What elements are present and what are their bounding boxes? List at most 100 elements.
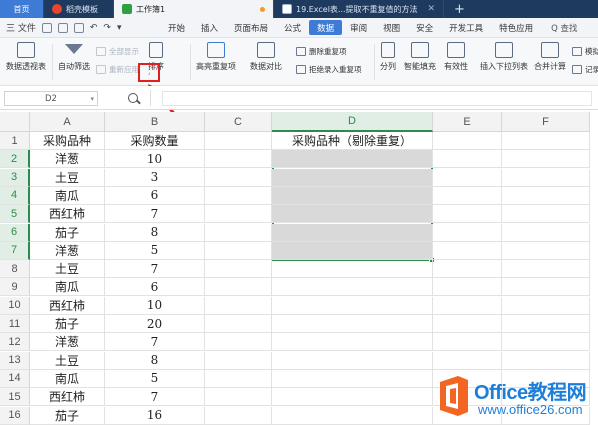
cell-a14[interactable]: 南瓜 — [30, 369, 105, 388]
highlight-duplicates-button[interactable]: 高亮重复项 — [196, 42, 236, 72]
cell-d4[interactable] — [272, 186, 433, 205]
save-icon[interactable] — [41, 22, 52, 33]
cell-c7[interactable] — [205, 241, 272, 260]
name-box[interactable]: D2 ▾ — [4, 91, 98, 106]
insert-dropdown-button[interactable]: 插入下拉列表 — [480, 42, 528, 72]
cell-c12[interactable] — [205, 333, 272, 352]
cell-d12[interactable] — [272, 333, 433, 352]
cell-b4[interactable]: 6 — [105, 186, 205, 205]
tab-workbook1[interactable]: 工作簿1 — [114, 0, 274, 18]
cell-d7[interactable] — [272, 241, 433, 260]
cell-d5[interactable] — [272, 205, 433, 224]
cell-e3[interactable] — [433, 168, 502, 187]
pivot-table-button[interactable]: 数据透视表 — [6, 42, 46, 72]
validity-button[interactable]: 有效性 — [444, 42, 468, 72]
cell-a8[interactable]: 土豆 — [30, 260, 105, 279]
cell-e5[interactable] — [433, 205, 502, 224]
cell-b3[interactable]: 3 — [105, 168, 205, 187]
cell-b14[interactable]: 5 — [105, 369, 205, 388]
row-header[interactable]: 7 — [0, 241, 30, 260]
cell-c5[interactable] — [205, 205, 272, 224]
column-header-c[interactable]: C — [205, 112, 272, 132]
cell-e12[interactable] — [433, 333, 502, 352]
tab-home[interactable]: 首页 — [0, 0, 44, 18]
cell-b10[interactable]: 10 — [105, 296, 205, 315]
show-all-button[interactable]: 全部显示 — [96, 46, 139, 57]
cell-b16[interactable]: 16 — [105, 406, 205, 425]
cell-a9[interactable]: 南瓜 — [30, 278, 105, 297]
cell-c8[interactable] — [205, 260, 272, 279]
row-header[interactable]: 12 — [0, 333, 30, 352]
cell-c16[interactable] — [205, 406, 272, 425]
cell-f12[interactable] — [502, 333, 590, 352]
simulate-button[interactable]: 模拟 — [572, 46, 598, 57]
cell-c15[interactable] — [205, 388, 272, 407]
undo-icon[interactable]: ↶ — [90, 23, 98, 33]
menu-item-3[interactable]: 公式 — [276, 18, 309, 38]
cell-a4[interactable]: 南瓜 — [30, 186, 105, 205]
row-header[interactable]: 11 — [0, 315, 30, 333]
close-tab-icon[interactable]: ✕ — [427, 4, 435, 14]
cell-b13[interactable]: 8 — [105, 351, 205, 370]
menu-item-4[interactable]: 数据 — [309, 20, 343, 35]
cell-b7[interactable]: 5 — [105, 241, 205, 260]
cell-a10[interactable]: 西红柿 — [30, 296, 105, 315]
reject-duplicates-button[interactable]: 拒绝录入重复项 — [296, 64, 362, 75]
cell-c11[interactable] — [205, 315, 272, 333]
split-column-button[interactable]: 分列 — [380, 42, 396, 72]
cell-b1[interactable]: 采购数量 — [105, 132, 205, 150]
column-header-a[interactable]: A — [30, 112, 105, 132]
record-button[interactable]: 记录 — [572, 64, 598, 75]
cell-b5[interactable]: 7 — [105, 205, 205, 224]
cell-b8[interactable]: 7 — [105, 260, 205, 279]
cell-a1[interactable]: 采购品种 — [30, 132, 105, 150]
cell-f9[interactable] — [502, 278, 590, 297]
row-header[interactable]: 13 — [0, 351, 30, 370]
cell-d9[interactable] — [272, 278, 433, 297]
tab-docer-templates[interactable]: 稻壳模板 — [44, 0, 114, 18]
cell-a5[interactable]: 西红柿 — [30, 205, 105, 224]
cell-a2[interactable]: 洋葱 — [30, 150, 105, 169]
menu-item-9[interactable]: 特色应用 — [491, 18, 541, 38]
cell-e1[interactable] — [433, 132, 502, 150]
cell-d11[interactable] — [272, 315, 433, 333]
cell-e6[interactable] — [433, 223, 502, 242]
cell-d13[interactable] — [272, 351, 433, 370]
row-header[interactable]: 3 — [0, 168, 30, 187]
cell-a16[interactable]: 茄子 — [30, 406, 105, 425]
auto-filter-button[interactable]: 自动筛选 — [58, 42, 90, 72]
cell-a3[interactable]: 土豆 — [30, 168, 105, 187]
cell-a12[interactable]: 洋葱 — [30, 333, 105, 352]
preview-icon[interactable] — [73, 22, 84, 33]
row-header[interactable]: 6 — [0, 223, 30, 242]
cell-f7[interactable] — [502, 241, 590, 260]
column-header-d[interactable]: D — [272, 112, 433, 132]
zoom-icon[interactable] — [128, 93, 138, 103]
cell-d10[interactable] — [272, 296, 433, 315]
cell-f3[interactable] — [502, 168, 590, 187]
cell-b12[interactable]: 7 — [105, 333, 205, 352]
new-tab-icon[interactable]: + — [444, 0, 475, 18]
cell-e8[interactable] — [433, 260, 502, 279]
data-compare-button[interactable]: 数据对比 — [250, 42, 282, 72]
cell-d15[interactable] — [272, 388, 433, 407]
cell-c14[interactable] — [205, 369, 272, 388]
row-header[interactable]: 15 — [0, 388, 30, 407]
cell-d6[interactable] — [272, 223, 433, 242]
cell-b6[interactable]: 8 — [105, 223, 205, 242]
cell-b11[interactable]: 20 — [105, 315, 205, 333]
cell-a6[interactable]: 茄子 — [30, 223, 105, 242]
cell-c1[interactable] — [205, 132, 272, 150]
cell-b2[interactable]: 10 — [105, 150, 205, 169]
file-menu[interactable]: 三 文件 — [6, 21, 36, 34]
menu-item-1[interactable]: 插入 — [193, 18, 226, 38]
column-header-f[interactable]: F — [502, 112, 590, 132]
cell-d2[interactable] — [272, 150, 433, 169]
cell-e11[interactable] — [433, 315, 502, 333]
cell-e7[interactable] — [433, 241, 502, 260]
cell-d8[interactable] — [272, 260, 433, 279]
tab-excel-tutorial[interactable]: 19.Excel表...提取不重复值的方法 ✕ — [274, 0, 444, 18]
cell-a7[interactable]: 洋葱 — [30, 241, 105, 260]
row-header[interactable]: 16 — [0, 406, 30, 425]
row-header[interactable]: 4 — [0, 186, 30, 205]
